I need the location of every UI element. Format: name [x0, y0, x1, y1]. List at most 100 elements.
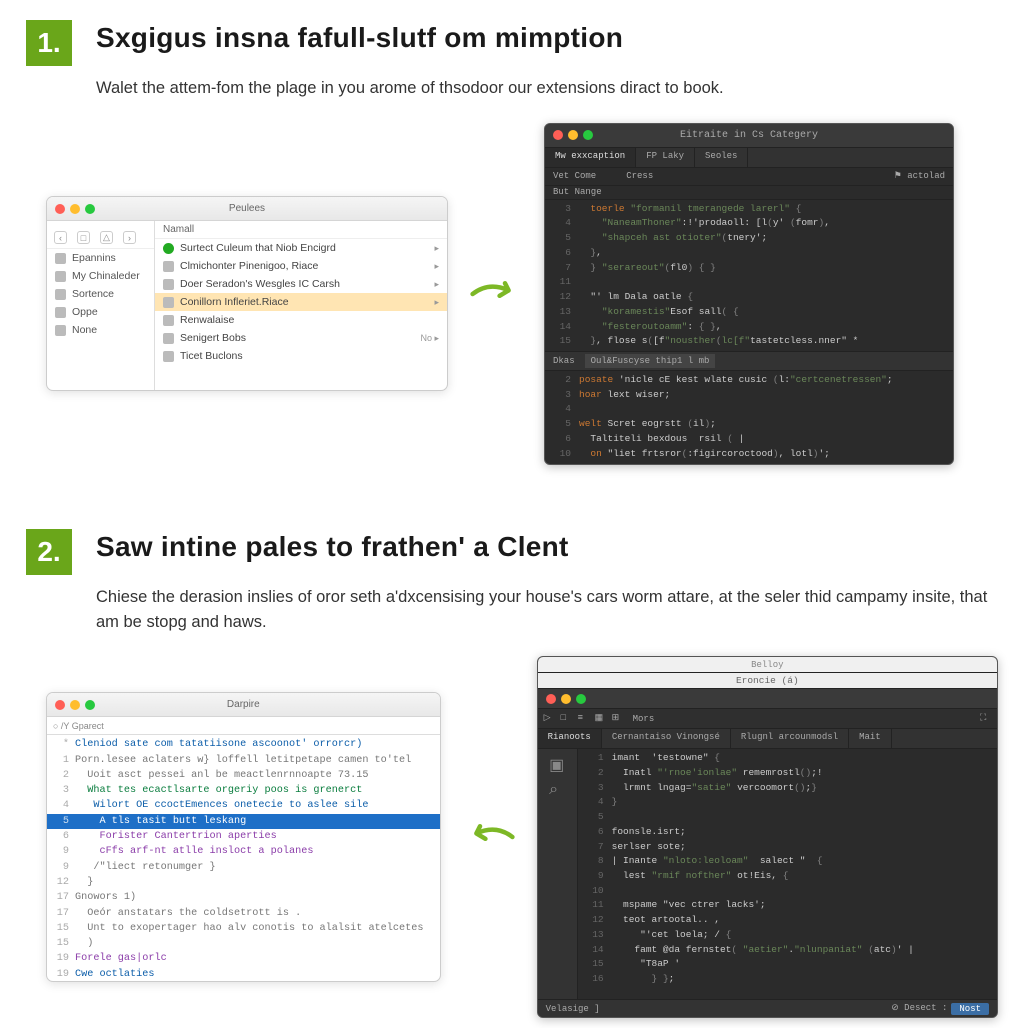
editor-tab[interactable]: Rlugnl arcounmodsl [731, 729, 849, 748]
back-icon[interactable]: ‹ [54, 231, 67, 244]
finder-row[interactable]: Doer Seradon's Wesgles IC Carsh▸ [155, 275, 447, 293]
finder-row[interactable]: Clmichonter Pinenigoo, Riace▸ [155, 257, 447, 275]
code-panel[interactable]: 1imant 'testowne" {2 Inatl "'rnoe'ionlae… [578, 749, 997, 989]
code-line[interactable]: 4 "NaneamThoner":!'prodaoll: [l(y' (fomr… [545, 216, 953, 231]
light-code-panel[interactable]: *Cleniod sate com tatatiisone ascoonot' … [47, 735, 440, 982]
editor-titlebar[interactable]: Eitraite in Cs Categery [545, 124, 953, 148]
code-line[interactable]: 3hoar lext wiser; [545, 388, 953, 403]
code-editor-dark-2[interactable]: Belloy Eroncie (á) ▷ □ ≡ ▦ ⊞ Mors ⛶ Rian… [537, 656, 998, 1018]
editor-tab[interactable]: Rianoots [538, 729, 602, 748]
code-line[interactable]: 12 "' lm Dala oatle { [545, 290, 953, 305]
editor-tabs[interactable]: Rianoots Cernantaiso Vinongsé Rlugnl arc… [538, 729, 997, 749]
tool-label[interactable]: Mors [633, 714, 655, 724]
code-line[interactable]: *Cleniod sate com tatatiisone ascoonot' … [47, 737, 440, 752]
code-line[interactable]: 12 } [47, 875, 440, 890]
code-line[interactable]: 3 lrmnt lngag="satie" vercoomort();} [578, 781, 997, 796]
search-icon[interactable]: ⌕ [549, 781, 565, 797]
code-line[interactable]: 10 on "liet frtsror(:figircoroctood), lo… [545, 447, 953, 462]
code-line[interactable]: 6 }, [545, 246, 953, 261]
zoom-icon[interactable] [576, 694, 586, 704]
close-icon[interactable] [546, 694, 556, 704]
tool-icon[interactable]: ⊞ [612, 713, 623, 724]
code-line[interactable]: 15 ) [47, 936, 440, 951]
code-line[interactable]: 6 Forister Cantertrion aperties [47, 829, 440, 844]
code-line[interactable]: 3 toerle "formanil tmerangede larerl" { [545, 202, 953, 217]
code-line[interactable]: 4} [578, 795, 997, 810]
code-line[interactable]: 19Cwe octlaties [47, 967, 440, 982]
code-line[interactable]: 3 What tes ecactlsarte orgeriy poos is g… [47, 783, 440, 798]
tool-icon[interactable]: ⛶ [980, 713, 991, 724]
code-line[interactable]: 10 [578, 884, 997, 899]
tool-icon[interactable]: ≡ [578, 713, 589, 724]
minimize-icon[interactable] [568, 130, 578, 140]
code-line[interactable]: 12 teot artootal.. , [578, 913, 997, 928]
footer-button[interactable]: Nost [951, 1003, 989, 1015]
code-line[interactable]: 17Gnowors 1) [47, 890, 440, 905]
editor-split-tabs[interactable]: Dkas Oul&Fuscyse thip1 l mb [545, 351, 953, 371]
code-line[interactable]: 4 [545, 402, 953, 417]
sidebar-item[interactable]: My Chinaleder [47, 267, 154, 285]
sidebar-item[interactable]: None [47, 321, 154, 339]
code-line[interactable]: 5 A tls tasit butt leskang [47, 814, 440, 829]
code-line[interactable]: 9 cFfs arf-nt atlle insloct a polanes [47, 844, 440, 859]
code-panel-bottom[interactable]: 2posate 'nicle cE kest wlate cusic (l:"c… [545, 371, 953, 463]
code-line[interactable]: 19Forele gas|orlc [47, 951, 440, 966]
finder-row[interactable]: Surtect Culeum that Niob Encigrd▸ [155, 239, 447, 257]
finder-row[interactable]: Renwalaise [155, 311, 447, 329]
code-line[interactable]: 11 [545, 275, 953, 290]
minimize-icon[interactable] [70, 204, 80, 214]
sidebar-item[interactable]: Sortence [47, 285, 154, 303]
editor-tab[interactable]: Mait [849, 729, 892, 748]
code-line[interactable]: 2 Uoit asct pessei anl be meactlenrnnoap… [47, 768, 440, 783]
files-icon[interactable]: ▣ [549, 755, 565, 771]
code-line[interactable]: 7 } "serareout"(fl0) { } [545, 261, 953, 276]
finder-titlebar[interactable]: Peulees [47, 197, 447, 221]
code-line[interactable]: 11 mspame "vec ctrer lacks'; [578, 898, 997, 913]
code-line[interactable]: 6foonsle.isrt; [578, 825, 997, 840]
code-line[interactable]: 15 }, flose s([f"nousther(lc[f"tastetcle… [545, 334, 953, 349]
activity-bar[interactable]: ▣ ⌕ [538, 749, 578, 999]
code-line[interactable]: 15 Unt to exopertager hao alv conotis to… [47, 921, 440, 936]
code-line[interactable]: 14 "festeroutoamm": { }, [545, 320, 953, 335]
code-line[interactable]: 1Porn.lesee aclaters w} loffell letitpet… [47, 753, 440, 768]
light-editor-titlebar[interactable]: Darpire [47, 693, 440, 717]
zoom-icon[interactable] [85, 700, 95, 710]
finder-main[interactable]: Namall Surtect Culeum that Niob Encigrd▸… [155, 221, 447, 390]
finder-window[interactable]: Peulees ‹ □ △ › Epannins My Chinaleder S… [46, 196, 448, 391]
up-icon[interactable]: △ [100, 231, 113, 244]
sidebar-item[interactable]: Epannins [47, 249, 154, 267]
editor-tab[interactable]: Cernantaiso Vinongsé [602, 729, 731, 748]
code-line[interactable]: 16 } }; [578, 972, 997, 987]
code-line[interactable]: 7serlser sote; [578, 840, 997, 855]
code-line[interactable]: 15 "T8aP ' [578, 957, 997, 972]
editor-tab[interactable]: Seoles [695, 148, 748, 167]
zoom-icon[interactable] [85, 204, 95, 214]
close-icon[interactable] [553, 130, 563, 140]
close-icon[interactable] [55, 700, 65, 710]
code-line[interactable]: 5welt Scret eogrstt (il); [545, 417, 953, 432]
editor-toolbar[interactable]: ▷ □ ≡ ▦ ⊞ Mors ⛶ [538, 709, 997, 729]
code-line[interactable]: 1imant 'testowne" { [578, 751, 997, 766]
code-line[interactable]: 6 Taltiteli bexdous rsil ( | [545, 432, 953, 447]
code-line[interactable]: 17 Oeór anstatars the coldsetrott is . [47, 906, 440, 921]
minimize-icon[interactable] [70, 700, 80, 710]
finder-sidebar[interactable]: ‹ □ △ › Epannins My Chinaleder Sortence … [47, 221, 155, 390]
close-icon[interactable] [55, 204, 65, 214]
tool-icon[interactable]: ▷ [544, 713, 555, 724]
finder-row[interactable]: Ticet Buclons [155, 347, 447, 365]
tool-icon[interactable]: ▦ [595, 713, 606, 724]
zoom-icon[interactable] [583, 130, 593, 140]
finder-row[interactable]: Conillorn Infleriet.Riace▸ [155, 293, 447, 311]
code-line[interactable]: 2 Inatl "'rnoe'ionlae" rememrostl();! [578, 766, 997, 781]
forward-icon[interactable]: › [123, 231, 136, 244]
code-line[interactable]: 4 Wilort OE ccoctEmences onetecie to asl… [47, 798, 440, 813]
editor-tab[interactable]: Mw exxcaption [545, 148, 636, 167]
code-panel-top[interactable]: 3 toerle "formanil tmerangede larerl" {4… [545, 200, 953, 351]
code-line[interactable]: 5 [578, 810, 997, 825]
code-line[interactable]: 13 "'cet loela; / { [578, 928, 997, 943]
code-line[interactable]: 2posate 'nicle cE kest wlate cusic (l:"c… [545, 373, 953, 388]
code-line[interactable]: 14 famt @da fernstet( "aetier"."nlunpani… [578, 943, 997, 958]
code-editor-dark-1[interactable]: Eitraite in Cs Categery Mw exxcaption FP… [544, 123, 954, 465]
editor-tabs[interactable]: Mw exxcaption FP Laky Seoles [545, 148, 953, 168]
code-line[interactable]: 8| Inante "nloto:leoloam" salect " { [578, 854, 997, 869]
